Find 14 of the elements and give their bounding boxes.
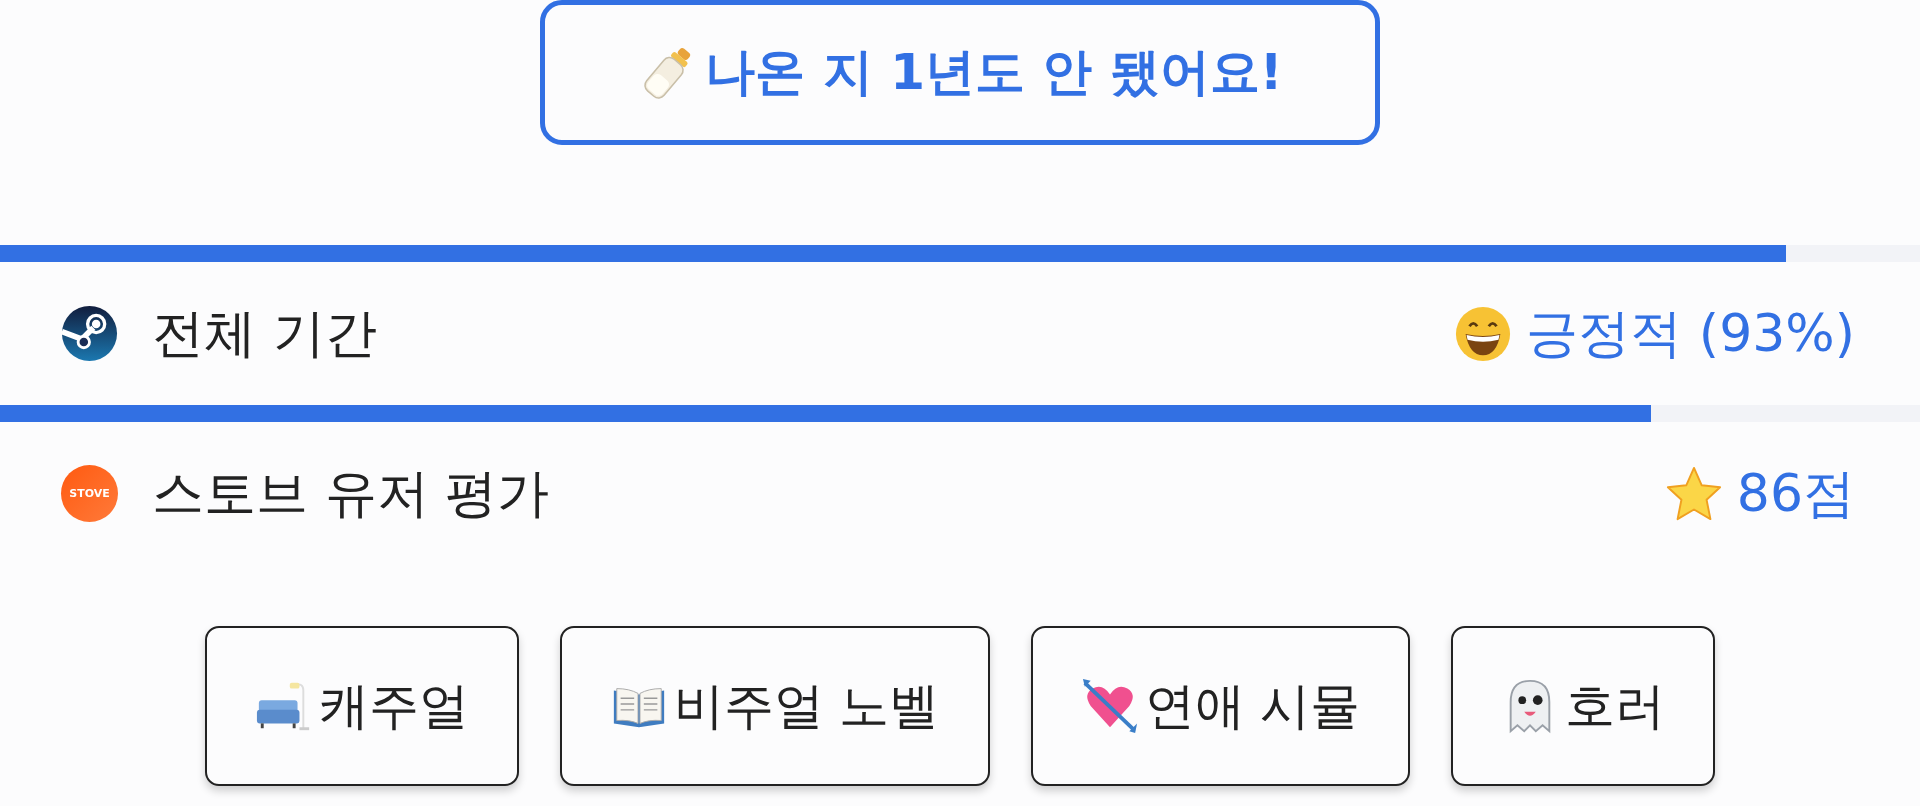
grinning-face-icon — [1454, 304, 1513, 363]
brand-logo: STOVE — [61, 465, 118, 522]
rating-source-label: 스토브 유저 평가 — [152, 461, 551, 525]
rating-source-label: 전체 기간 — [152, 301, 378, 365]
genre-tag-button[interactable]: 연애 시뮬 — [1030, 626, 1411, 786]
star-icon — [1664, 464, 1723, 523]
badge-text: 나온 지 1년도 안 됐어요! — [705, 42, 1283, 103]
genre-tag-button[interactable]: 호러 — [1451, 626, 1716, 786]
steam-logo-icon — [61, 305, 118, 362]
genre-tag-button[interactable]: 캐주얼 — [204, 626, 519, 786]
rating-value: 긍정적 (93%) — [1526, 301, 1855, 365]
heart-with-arrow-icon — [1080, 677, 1139, 735]
genre-tag-button[interactable]: 비주얼 노벨 — [559, 626, 990, 786]
rating-value: 86점 — [1736, 461, 1855, 525]
